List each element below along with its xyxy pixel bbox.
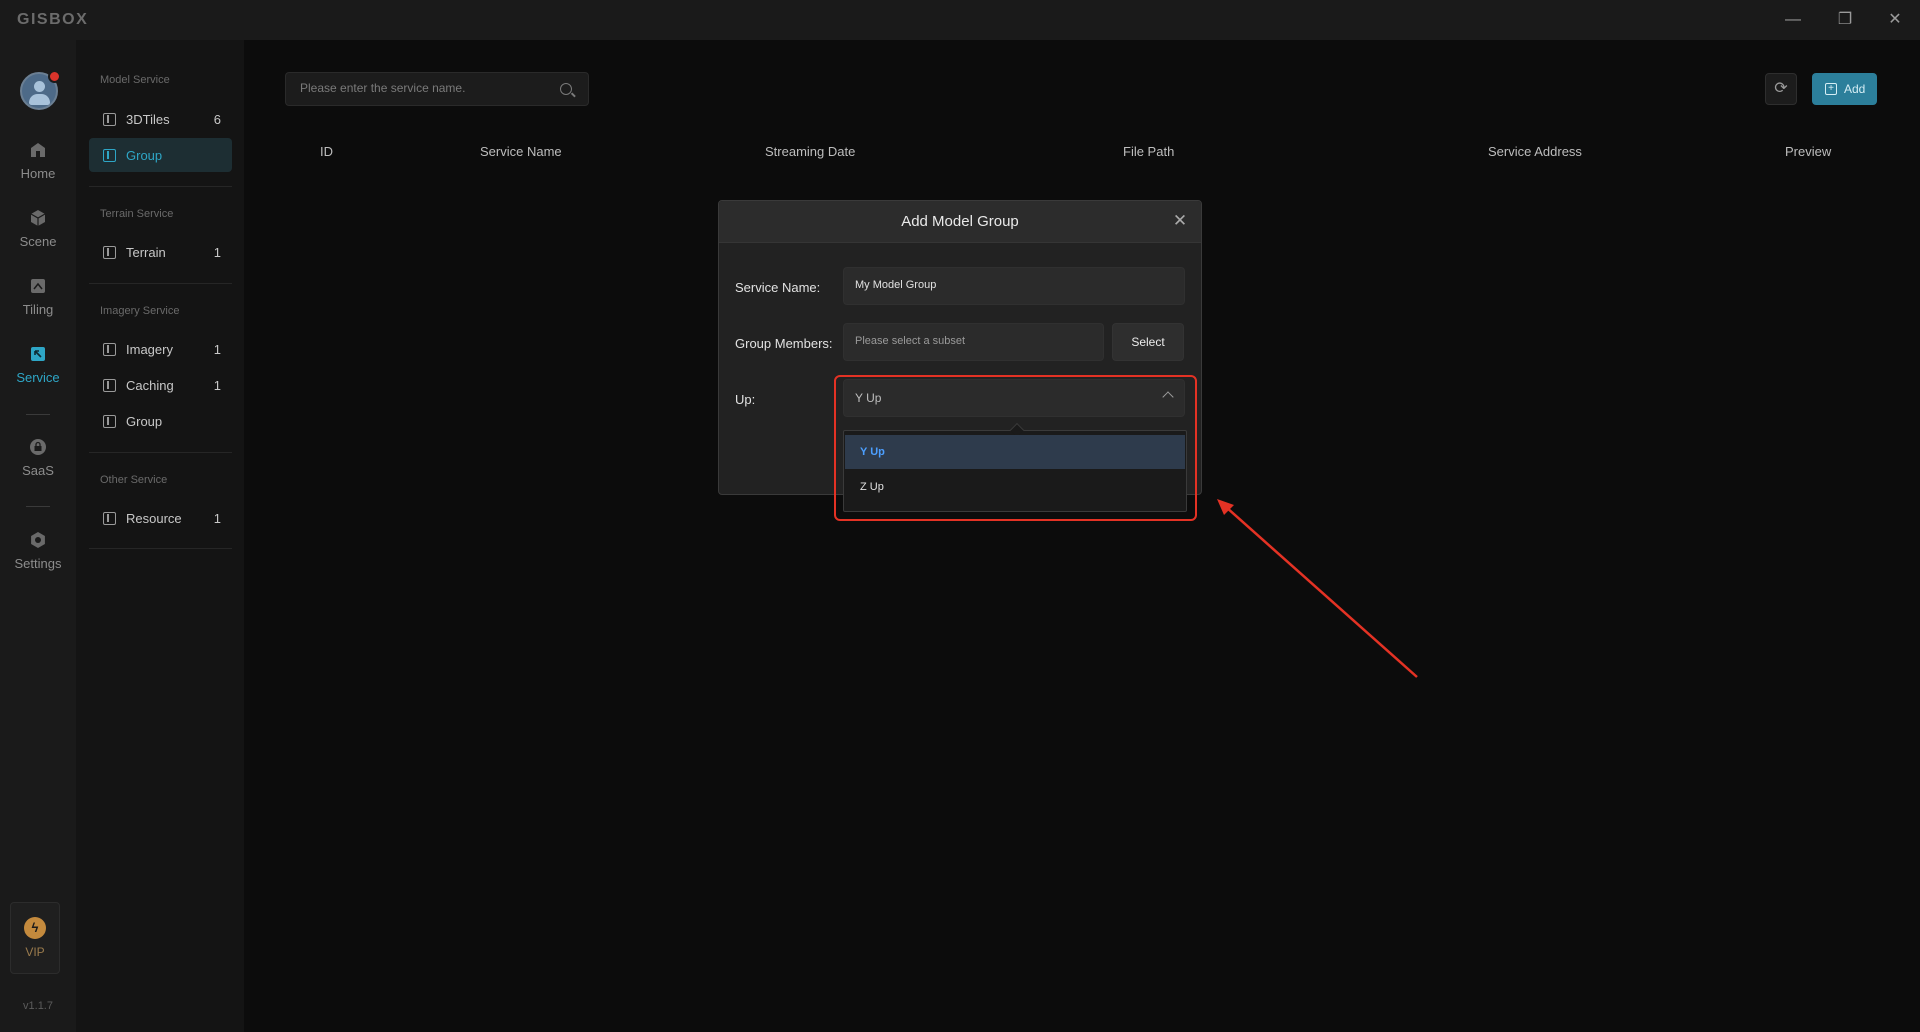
group-members-label: Group Members: bbox=[735, 336, 833, 351]
vip-button[interactable]: ϟ VIP bbox=[10, 902, 60, 974]
vip-label: VIP bbox=[25, 945, 45, 959]
group-members-input[interactable] bbox=[855, 335, 1155, 347]
sidebar-item-count: 1 bbox=[213, 378, 221, 393]
dialog-title: Add Model Group bbox=[901, 213, 1019, 230]
sidebar-item-label: Terrain bbox=[126, 245, 166, 260]
sidebar-item-3dtiles[interactable]: 3DTiles 6 bbox=[89, 102, 232, 136]
annotation-highlight-box bbox=[834, 375, 1197, 521]
column-header-file-path: File Path bbox=[1123, 144, 1175, 159]
image-icon bbox=[103, 415, 116, 428]
sidebar-item-label: Resource bbox=[126, 511, 182, 526]
sidebar-item-label: Caching bbox=[126, 378, 174, 393]
group-members-field[interactable] bbox=[843, 323, 1155, 361]
rail-label-settings: Settings bbox=[14, 556, 62, 571]
service-name-input[interactable] bbox=[855, 279, 1155, 291]
up-axis-label: Up: bbox=[735, 392, 756, 407]
section-title-terrain: Terrain Service bbox=[100, 208, 174, 220]
rail-label-service: Service bbox=[16, 370, 60, 385]
section-divider bbox=[89, 548, 232, 549]
sidebar-item-terrain[interactable]: Terrain 1 bbox=[89, 235, 232, 269]
title-bar: GISBOX — ❐ ✕ bbox=[0, 0, 1920, 40]
sidebar-item-model-group[interactable]: Group bbox=[89, 138, 232, 172]
rail-item-scene[interactable]: Scene bbox=[0, 208, 76, 268]
building-icon bbox=[103, 149, 116, 162]
gear-icon bbox=[31, 532, 45, 548]
resource-icon bbox=[103, 512, 116, 525]
rail-divider bbox=[26, 414, 50, 415]
service-search[interactable] bbox=[285, 72, 589, 106]
sidebar-item-count: 1 bbox=[213, 511, 221, 526]
rail-label-scene: Scene bbox=[19, 234, 57, 249]
sidebar-item-label: Group bbox=[126, 414, 163, 429]
notification-badge bbox=[48, 70, 61, 83]
section-title-imagery: Imagery Service bbox=[100, 305, 180, 317]
sidebar-item-label: Imagery bbox=[126, 342, 173, 357]
select-button[interactable]: Select bbox=[1112, 323, 1184, 361]
section-divider bbox=[89, 452, 232, 453]
close-icon[interactable]: ✕ bbox=[1171, 212, 1189, 230]
app-logo: GISBOX bbox=[17, 11, 89, 28]
sidebar-item-label: Group bbox=[126, 148, 163, 163]
refresh-icon: ⟳ bbox=[1774, 80, 1788, 97]
column-header-service-name: Service Name bbox=[480, 144, 562, 159]
section-divider bbox=[89, 186, 232, 187]
service-name-field[interactable] bbox=[843, 267, 1185, 305]
section-title-other: Other Service bbox=[100, 474, 168, 486]
sidebar-item-label: 3DTiles bbox=[126, 112, 170, 127]
sidebar-item-imagery[interactable]: Imagery 1 bbox=[89, 332, 232, 366]
rail-label-home: Home bbox=[20, 166, 56, 181]
close-window-icon[interactable]: ✕ bbox=[1880, 8, 1910, 32]
building-icon bbox=[103, 113, 116, 126]
minimize-icon[interactable]: — bbox=[1778, 8, 1808, 32]
column-header-streaming-date: Streaming Date bbox=[765, 144, 856, 159]
refresh-button[interactable]: ⟳ bbox=[1765, 73, 1797, 105]
service-name-label: Service Name: bbox=[735, 280, 821, 295]
section-divider bbox=[89, 283, 232, 284]
search-input[interactable] bbox=[300, 81, 550, 95]
sidebar-item-count: 6 bbox=[213, 112, 221, 127]
rail-label-tiling: Tiling bbox=[22, 302, 54, 317]
cube-icon bbox=[30, 210, 46, 226]
service-icon bbox=[31, 347, 45, 361]
service-sidebar: Model Service 3DTiles 6 Group Terrain Se… bbox=[76, 40, 244, 1032]
tiling-icon bbox=[31, 279, 45, 293]
image-icon bbox=[103, 379, 116, 392]
lightning-icon: ϟ bbox=[24, 917, 46, 939]
sidebar-item-count: 1 bbox=[213, 342, 221, 357]
sidebar-item-count: 1 bbox=[213, 245, 221, 260]
sidebar-item-imagery-group[interactable]: Group bbox=[89, 404, 232, 438]
rail-item-tiling[interactable]: Tiling bbox=[0, 276, 76, 336]
sidebar-item-caching[interactable]: Caching 1 bbox=[89, 368, 232, 402]
terrain-icon bbox=[103, 246, 116, 259]
restore-icon[interactable]: ❐ bbox=[1830, 8, 1860, 32]
rail-divider bbox=[26, 506, 50, 507]
dialog-header: Add Model Group ✕ bbox=[719, 201, 1201, 243]
sidebar-item-resource[interactable]: Resource 1 bbox=[89, 501, 232, 535]
version-label: v1.1.7 bbox=[23, 1000, 53, 1012]
search-icon[interactable] bbox=[560, 83, 572, 95]
home-icon bbox=[31, 143, 45, 157]
rail-label-saas: SaaS bbox=[22, 463, 54, 478]
rail-item-saas[interactable]: SaaS bbox=[0, 437, 76, 497]
image-icon bbox=[103, 343, 116, 356]
lock-icon bbox=[30, 439, 46, 455]
column-header-preview: Preview bbox=[1785, 144, 1832, 159]
column-header-service-address: Service Address bbox=[1488, 144, 1582, 159]
rail-item-settings[interactable]: Settings bbox=[0, 530, 76, 590]
section-title-model: Model Service bbox=[100, 74, 170, 86]
plus-icon: + bbox=[1825, 83, 1837, 95]
add-button[interactable]: + Add bbox=[1812, 73, 1877, 105]
rail-item-home[interactable]: Home bbox=[0, 140, 76, 200]
add-button-label: Add bbox=[1844, 82, 1866, 96]
column-header-id: ID bbox=[320, 144, 333, 159]
rail-item-service[interactable]: Service bbox=[0, 344, 76, 404]
